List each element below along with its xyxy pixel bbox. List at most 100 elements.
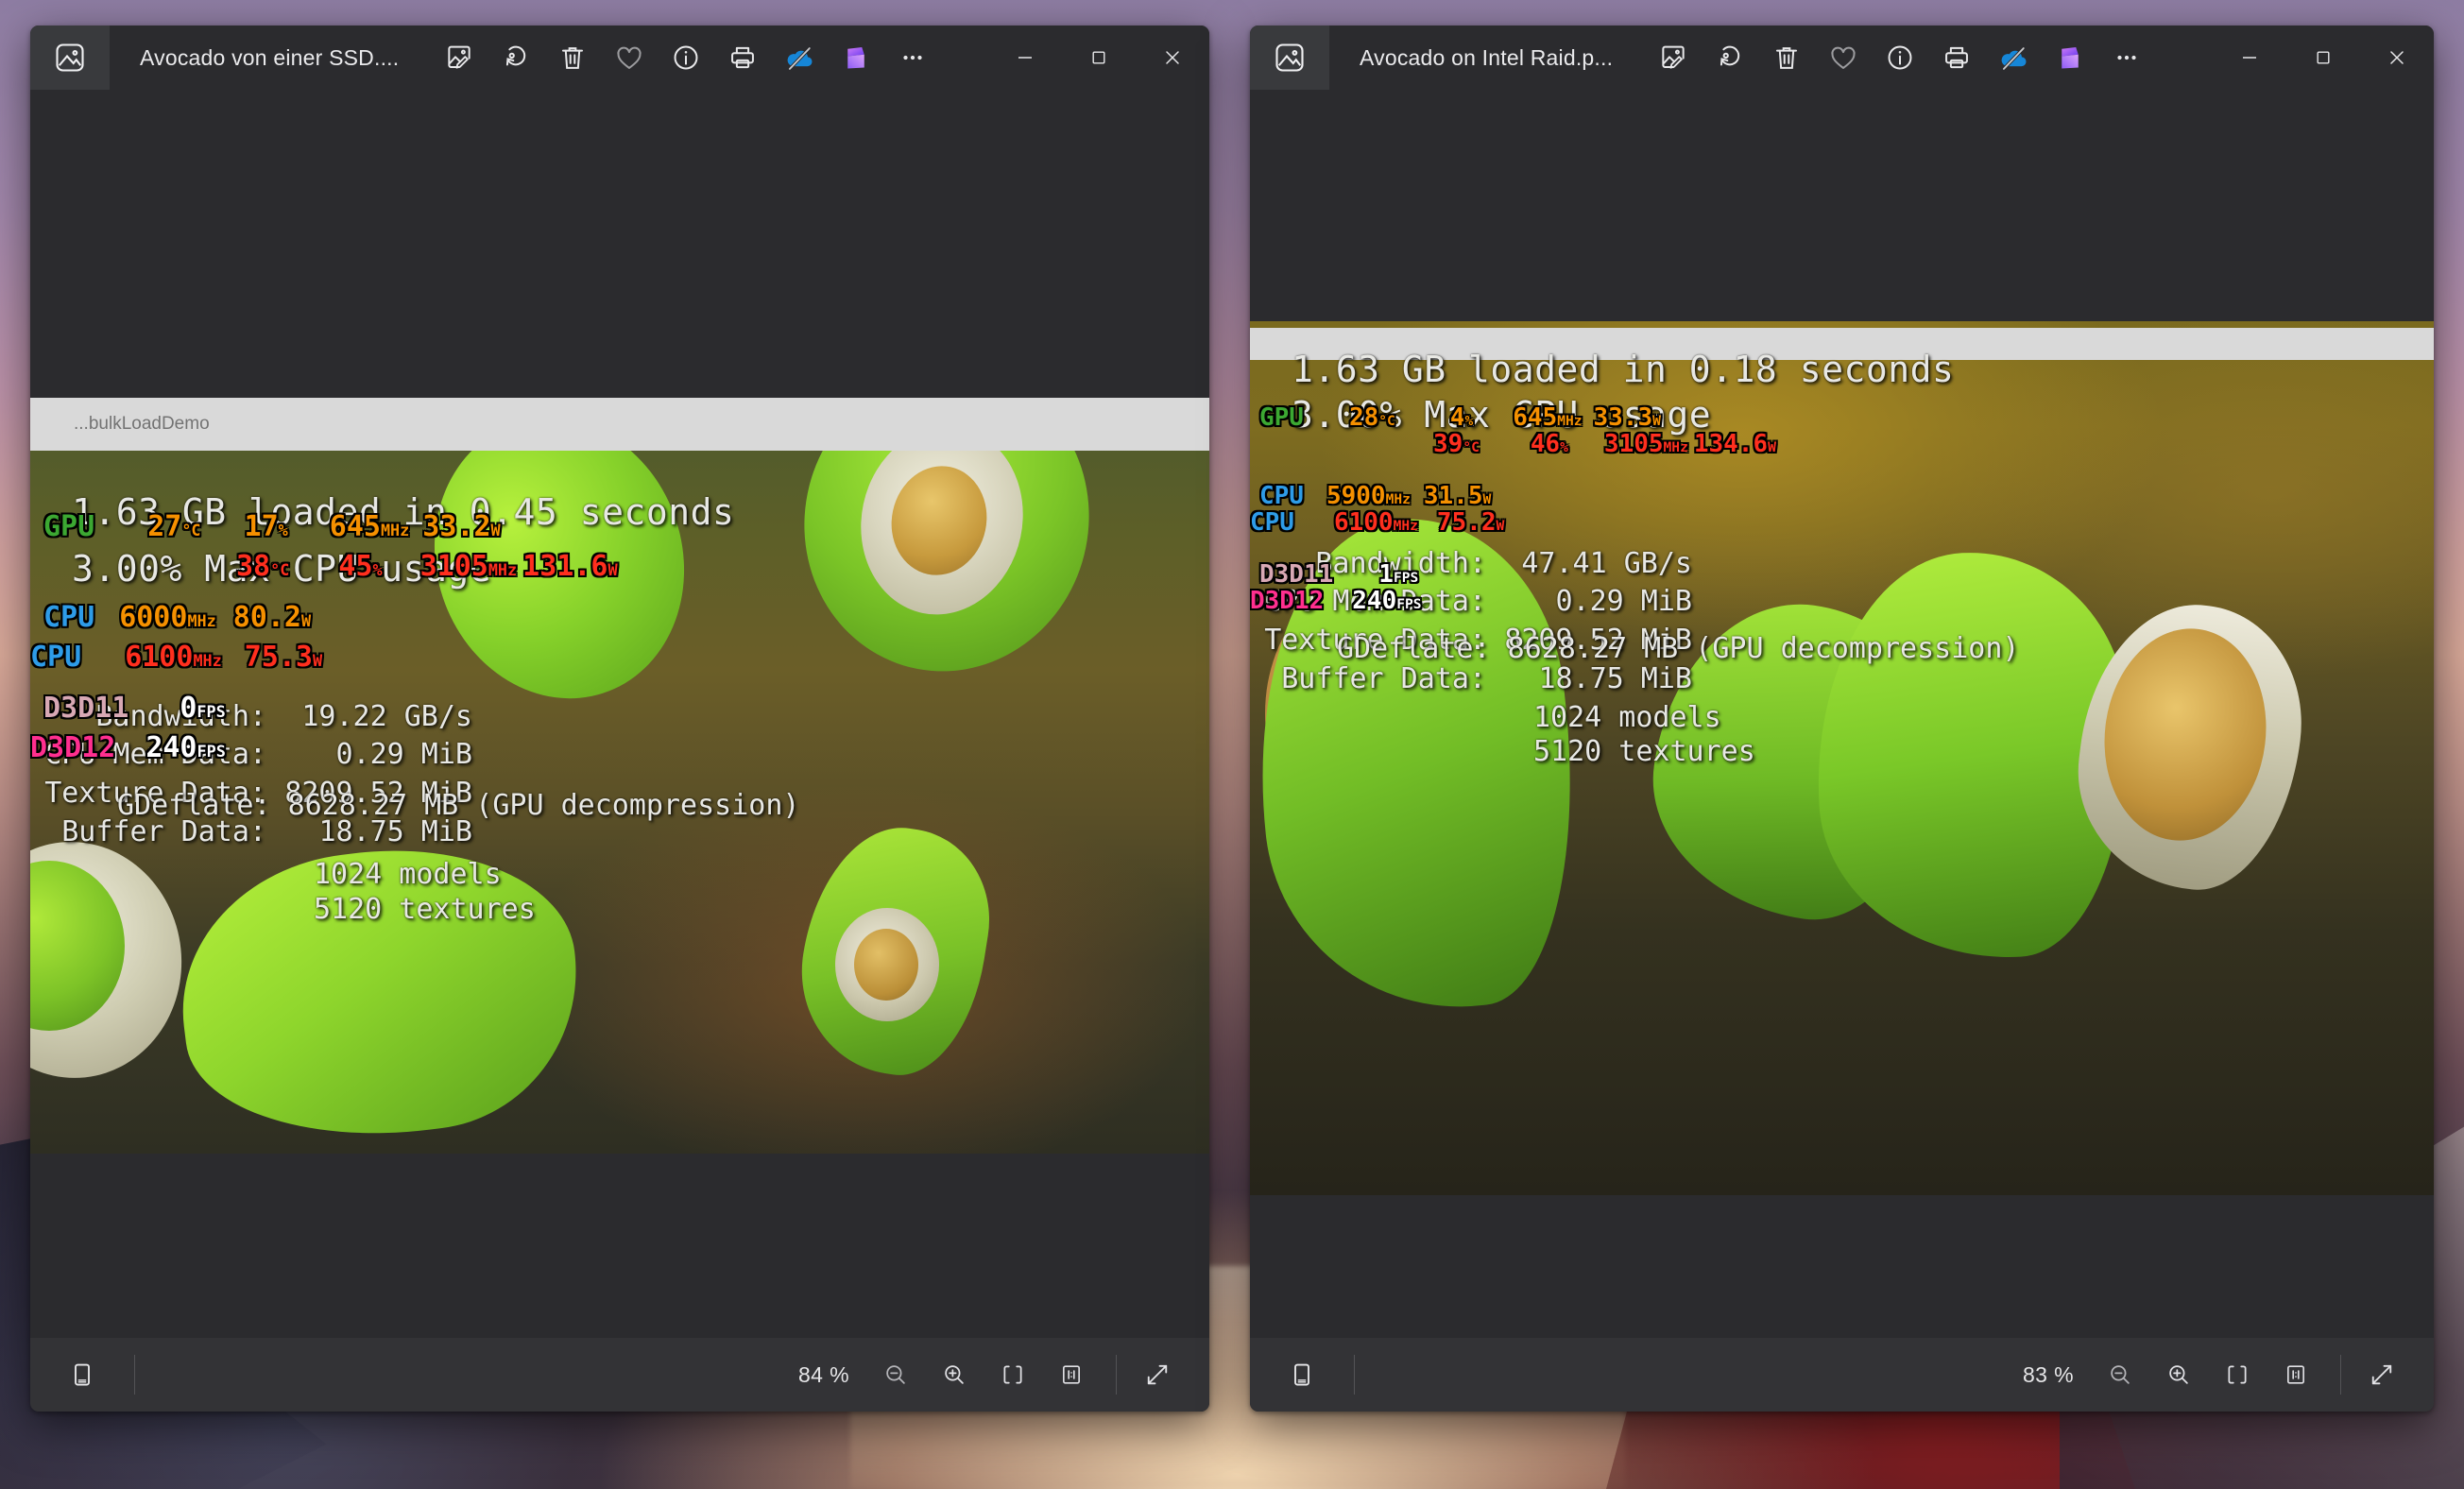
more-icon[interactable] [884,29,941,86]
osd-cpu-clock: 6100 [125,641,194,674]
osd-key-cpu: CPU [1250,508,1294,537]
zoom-in-button[interactable] [2151,1347,2206,1402]
osd-gpu-temp: 39 [1433,430,1463,458]
osd-gpu-power: 134.6 [1693,430,1769,458]
info-icon[interactable] [1872,29,1928,86]
captured-window-label: ...bulkLoadDemo [74,414,210,434]
info-icon[interactable] [658,29,714,86]
onedrive-off-icon[interactable] [771,29,828,86]
bottom-toolbar[interactable]: 83 % [1250,1338,2434,1412]
osd-unit: W [313,651,323,670]
edit-image-icon[interactable] [1645,29,1702,86]
osd-cpu-power: 75.3 [244,641,313,674]
bottom-right-group[interactable]: 83 % [2023,1347,2434,1402]
photos-window-left[interactable]: Avocado von einer SSD.... ...bulkLoadDem… [30,26,1209,1412]
osd-key-d3d11: D3D11 [1259,560,1334,589]
window-title: Avocado on Intel Raid.p... [1360,44,1614,70]
favorite-icon[interactable] [601,29,658,86]
caption-buttons[interactable] [2213,26,2434,90]
osd-overlay-red: 39 °C 46 % 3105 MHz 134.6 W CPU 6100 MHz… [1250,383,1776,662]
print-icon[interactable] [714,29,771,86]
osd-unit: % [372,560,383,579]
osd-unit: W [1768,439,1776,455]
fullscreen-button[interactable] [1130,1347,1185,1402]
osd-d3d12-fps: 240 [145,731,197,764]
onedrive-off-icon[interactable] [1985,29,2042,86]
fit-to-window-button[interactable] [2210,1347,2265,1402]
bottom-toolbar[interactable]: 84 % [30,1338,1209,1412]
zoom-out-button[interactable] [2093,1347,2147,1402]
favorite-icon[interactable] [1815,29,1872,86]
actual-size-button[interactable] [1044,1347,1099,1402]
osd-key-cpu: CPU [1259,482,1304,510]
benchmark-textures: 5120 textures [314,893,536,926]
osd-unit: °C [270,560,290,579]
bottom-left-group[interactable] [1250,1347,1355,1402]
osd-gpu-temp: 38 [236,550,271,583]
captured-window-titlebar: ...bulkLoadDemo [30,398,1209,451]
stat-label: Buffer Data: [1281,661,1486,695]
bottom-right-group[interactable]: 84 % [798,1347,1209,1402]
osd-d3d12-fps: 240 [1352,587,1397,615]
edit-image-icon[interactable] [431,29,488,86]
delete-icon[interactable] [544,29,601,86]
osd-unit: MHz [1663,439,1688,455]
osd-gpu-util: 45 [338,550,373,583]
osd-key-d3d12: D3D12 [30,731,116,764]
image-canvas[interactable]: 1.63 GB loaded in 0.18 seconds 3.00% Max… [1250,90,2434,1338]
fullscreen-button[interactable] [2354,1347,2409,1402]
zoom-in-button[interactable] [927,1347,982,1402]
maximize-button[interactable] [2286,26,2360,90]
osd-row: CPU 6100 MHz 75.3 W [30,643,618,672]
actual-size-button[interactable] [2268,1347,2323,1402]
osd-unit: FPS [197,742,226,761]
close-button[interactable] [2360,26,2434,90]
osd-key-d3d12: D3D12 [1250,587,1325,615]
toolbar-divider [2340,1355,2341,1395]
zoom-level-label: 84 % [797,1361,849,1387]
caption-buttons[interactable] [988,26,1209,90]
osd-unit: MHz [1393,518,1418,534]
photos-app-icon [30,26,110,90]
delete-icon[interactable] [1758,29,1815,86]
titlebar-tools[interactable] [1645,29,2155,86]
toolbar-divider [1354,1355,1355,1395]
osd-key-cpu: CPU [43,601,95,634]
filmstrip-icon[interactable] [55,1347,110,1402]
maximize-button[interactable] [1062,26,1136,90]
avocado-pit [854,929,918,1001]
osd-key-gpu: GPU [43,510,95,543]
osd-unit: MHz [193,651,222,670]
filmstrip-icon[interactable] [1275,1347,1329,1402]
osd-row: D3D12 240 FPS [30,734,618,762]
osd-unit: FPS [1396,596,1422,612]
rotate-icon[interactable] [488,29,544,86]
print-icon[interactable] [1928,29,1985,86]
osd-gpu-clock: 3105 [1603,430,1664,458]
osd-cpu-power: 75.2 [1436,508,1497,537]
photos-window-right[interactable]: Avocado on Intel Raid.p... 1.63 GB loade… [1250,26,2434,1412]
bottom-left-group[interactable] [30,1347,135,1402]
stat-value: 18.75 MiB [1538,661,1692,695]
title-bar[interactable]: Avocado on Intel Raid.p... [1250,26,2434,90]
osd-key-d3d11: D3D11 [43,692,129,725]
minimize-button[interactable] [2213,26,2286,90]
osd-overlay-red: 38 °C 45 % 3105 MHz 131.6 W CPU 6100 MHz… [30,496,618,819]
title-bar[interactable]: Avocado von einer SSD.... [30,26,1209,90]
fit-to-window-button[interactable] [985,1347,1040,1402]
minimize-button[interactable] [988,26,1062,90]
clipchamp-icon[interactable] [2042,29,2098,86]
toolbar-divider [1116,1355,1117,1395]
osd-row: CPU 6100 MHz 75.2 W [1250,510,1776,535]
close-button[interactable] [1136,26,1209,90]
zoom-out-button[interactable] [868,1347,923,1402]
window-title: Avocado von einer SSD.... [140,44,400,70]
more-icon[interactable] [2098,29,2155,86]
osd-key-gpu: GPU [1259,403,1304,432]
rotate-icon[interactable] [1702,29,1758,86]
zoom-level-label: 83 % [2022,1361,2074,1387]
image-canvas[interactable]: ...bulkLoadDemo 1.63 GB loaded in 0.45 s… [30,90,1209,1338]
osd-gpu-power: 131.6 [522,550,608,583]
clipchamp-icon[interactable] [828,29,884,86]
titlebar-tools[interactable] [431,29,941,86]
